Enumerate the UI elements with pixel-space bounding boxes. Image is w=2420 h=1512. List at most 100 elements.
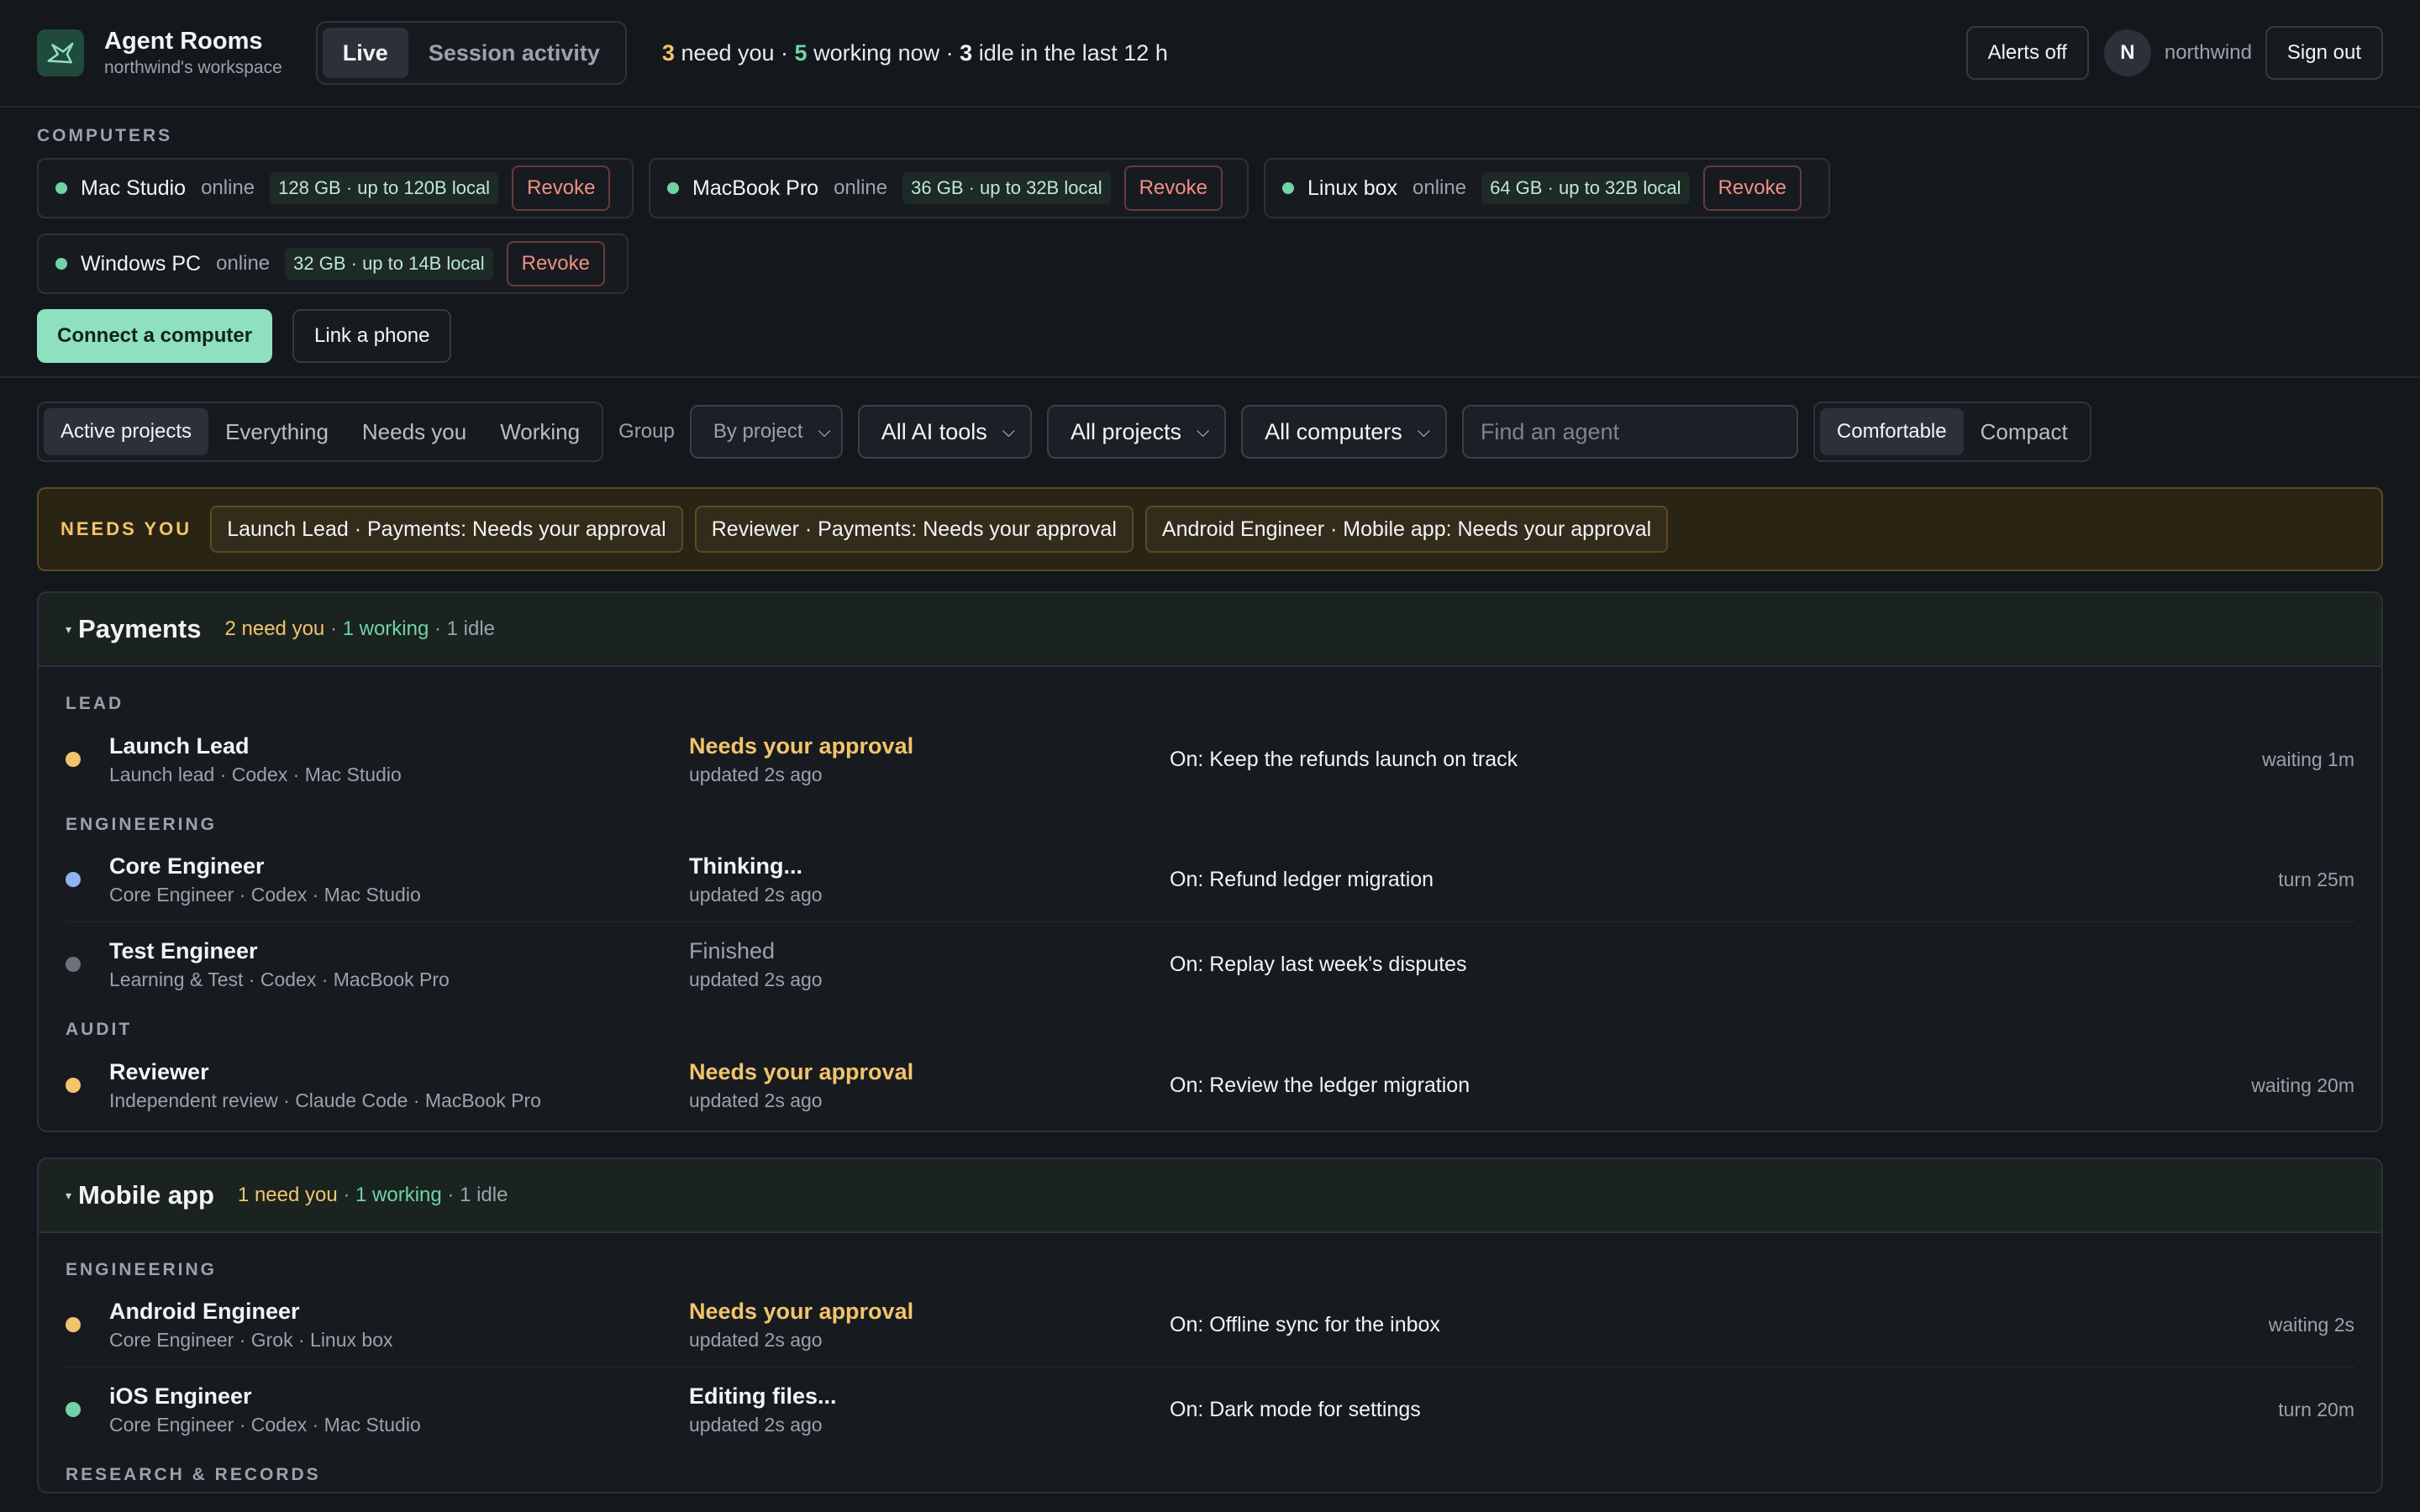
status-dot-icon [55,258,67,270]
role-label: ENGINEERING [66,1260,218,1279]
tab-session-activity[interactable]: Session activity [408,28,620,78]
agent-row-reviewer[interactable]: Reviewer Independent review · Claude Cod… [66,1043,2354,1127]
agent-status: Needs your approval updated 2s ago [689,1057,1170,1114]
chevron-down-icon: ⌵ [1002,422,1015,441]
filter-bar: Active projects Everything Needs you Wor… [0,378,2420,462]
role-label: RESEARCH & RECORDS [66,1465,321,1484]
need-stat: 1 need you [237,1184,338,1206]
project-header[interactable]: ▾ Mobile app 1 need you · 1 working · 1 … [39,1159,2381,1233]
agent-info: Reviewer Independent review · Claude Cod… [109,1057,689,1114]
tab-everything[interactable]: Everything [208,408,345,455]
agent-status-text: Needs your approval [689,733,914,759]
agent-name: Launch Lead [109,733,250,759]
tab-working[interactable]: Working [483,408,597,455]
computer-spec: 32 GB · up to 14B local [285,248,493,280]
project-body: LEAD Launch Lead Launch lead · Codex · M… [39,667,2381,1131]
app-title: Agent Rooms [104,28,263,55]
project-header[interactable]: ▾ Payments 2 need you · 1 working · 1 id… [39,593,2381,667]
agent-time: turn 25m [2278,868,2354,890]
working-text: working now · [807,39,960,66]
computer-status: online [216,252,271,275]
agent-meta: Core Engineer · Grok · Linux box [109,1329,393,1351]
status-dot-icon [55,182,67,194]
agent-name: Reviewer [109,1059,209,1084]
needs-you-label: NEEDS YOU [60,518,192,539]
computers-select[interactable]: All computers ⌵ [1241,405,1447,459]
needs-you-item[interactable]: Reviewer · Payments: Needs your approval [694,506,1134,553]
agent-time: turn 20m [2278,1398,2354,1420]
project-name: Mobile app [78,1180,214,1210]
agent-time: waiting 1m [2262,748,2354,770]
status-dot-icon [66,872,81,887]
agent-info: iOS Engineer Core Engineer · Codex · Mac… [109,1381,689,1438]
chevron-down-icon: ⌵ [1417,422,1430,441]
computer-card-mac-studio: Mac Studio online 128 GB · up to 120B lo… [37,158,634,218]
tab-needs-you[interactable]: Needs you [345,408,483,455]
chevron-down-icon: ⌵ [1196,422,1210,441]
connect-computer-button[interactable]: Connect a computer [37,309,273,363]
projects-value: All projects [1070,418,1181,444]
density-compact[interactable]: Compact [1964,408,2085,455]
computer-actions: Connect a computer Link a phone [37,309,2383,363]
agent-search-input[interactable] [1461,405,1798,459]
working-stat: 1 working [342,617,429,640]
need-count: 3 [661,39,675,66]
agent-task: On: Dark mode for settings [1170,1397,1421,1421]
computer-spec: 128 GB · up to 120B local [270,172,499,204]
revoke-button[interactable]: Revoke [1123,165,1223,211]
needs-you-item[interactable]: Launch Lead · Payments: Needs your appro… [210,506,683,553]
bird-logo-icon [37,29,84,76]
agent-meta: Independent review · Claude Code · MacBo… [109,1089,541,1111]
revoke-button[interactable]: Revoke [506,241,605,286]
status-dot-icon [66,752,81,767]
group-select[interactable]: By project ⌵ [689,405,843,459]
agent-row-test-engineer[interactable]: Test Engineer Learning & Test · Codex · … [66,922,2354,1006]
density-comfortable[interactable]: Comfortable [1819,408,1964,455]
activity-summary: 3 need you · 5 working now · 3 idle in t… [662,40,1168,66]
computers-value: All computers [1265,418,1402,444]
computer-status: online [201,176,255,199]
agent-status: Finished updated 2s ago [689,936,1170,993]
computer-card-linux-box: Linux box online 64 GB · up to 32B local… [1264,158,1830,218]
agent-task: On: Offline sync for the inbox [1170,1312,1440,1336]
projects-select[interactable]: All projects ⌵ [1046,405,1227,459]
agent-updated: updated 2s ago [689,764,823,785]
agent-info: Test Engineer Learning & Test · Codex · … [109,936,689,993]
alerts-toggle-button[interactable]: Alerts off [1965,26,2089,80]
agent-updated: updated 2s ago [689,884,823,906]
status-dot-icon [66,1078,81,1093]
needs-you-banner: NEEDS YOU Launch Lead · Payments: Needs … [37,487,2383,571]
workspace-name: northwind's workspace [104,58,282,77]
caret-down-icon[interactable]: ▾ [66,622,71,637]
computer-card-macbook-pro: MacBook Pro online 36 GB · up to 32B loc… [649,158,1249,218]
status-dot-icon [1282,182,1294,194]
project-body: ENGINEERING Android Engineer Core Engine… [39,1233,2381,1492]
revoke-button[interactable]: Revoke [1702,165,1802,211]
stat-separator: · [337,1184,356,1206]
agent-row-launch-lead[interactable]: Launch Lead Launch lead · Codex · Mac St… [66,717,2354,801]
tab-live[interactable]: Live [322,28,408,78]
computer-name: MacBook Pro [692,176,819,200]
agent-row-ios-engineer[interactable]: iOS Engineer Core Engineer · Codex · Mac… [66,1368,2354,1452]
ai-tools-select[interactable]: All AI tools ⌵ [857,405,1032,459]
agent-row-android-engineer[interactable]: Android Engineer Core Engineer · Grok · … [66,1284,2354,1368]
agent-info: Android Engineer Core Engineer · Grok · … [109,1296,689,1353]
stat-separator: · [429,617,447,640]
avatar[interactable]: N [2103,29,2151,76]
agent-info: Launch Lead Launch lead · Codex · Mac St… [109,731,689,788]
needs-you-item[interactable]: Android Engineer · Mobile app: Needs you… [1144,506,1669,553]
agent-name: iOS Engineer [109,1383,252,1409]
role-label: AUDIT [66,1020,133,1039]
status-dot-icon [66,957,81,972]
tab-active-projects[interactable]: Active projects [44,408,209,455]
status-dot-icon [66,1317,81,1332]
caret-down-icon[interactable]: ▾ [66,1189,71,1203]
agent-row-core-engineer[interactable]: Core Engineer Core Engineer · Codex · Ma… [66,838,2354,922]
agent-task: On: Keep the refunds launch on track [1170,747,1518,771]
stat-separator: · [324,617,343,640]
revoke-button[interactable]: Revoke [512,165,611,211]
density-toggle: Comfortable Compact [1812,402,2091,462]
sign-out-button[interactable]: Sign out [2265,26,2383,80]
link-phone-button[interactable]: Link a phone [292,309,452,363]
computer-name: Linux box [1307,176,1398,200]
